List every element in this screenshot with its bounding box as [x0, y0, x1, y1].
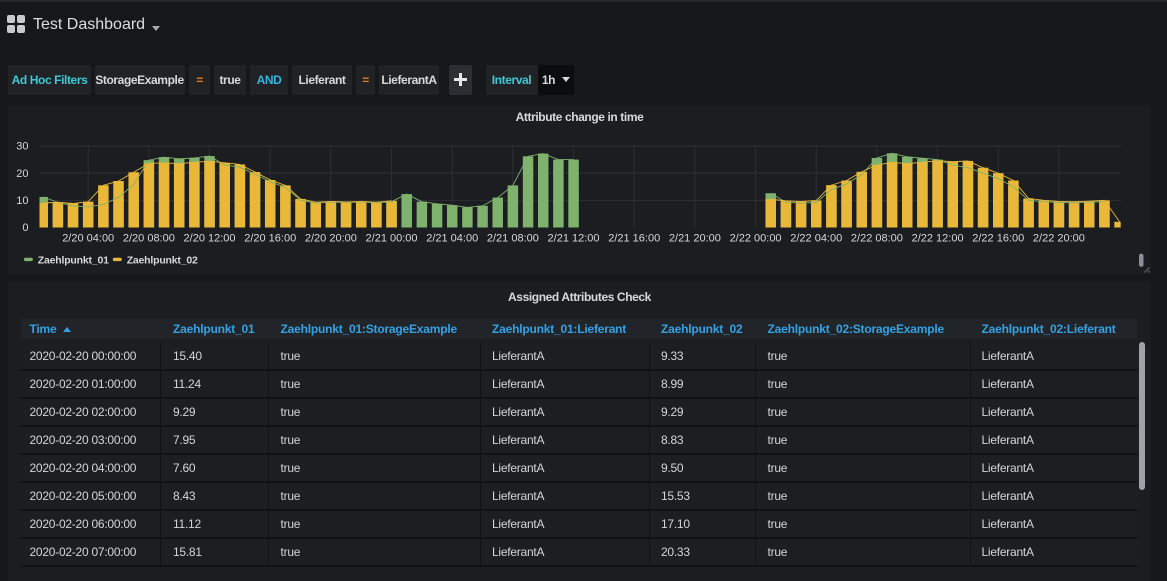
svg-text:2/22 20:00: 2/22 20:00: [1033, 233, 1085, 245]
svg-text:2/21 00:00: 2/21 00:00: [366, 233, 418, 245]
svg-text:2/20 08:00: 2/20 08:00: [123, 233, 175, 245]
svg-text:2/21 08:00: 2/21 08:00: [487, 233, 539, 245]
svg-text:2/21 04:00: 2/21 04:00: [426, 233, 478, 245]
svg-text:2/22 00:00: 2/22 00:00: [730, 233, 782, 245]
svg-text:2/20 20:00: 2/20 20:00: [305, 233, 357, 245]
svg-text:30: 30: [16, 141, 28, 153]
svg-text:0: 0: [22, 222, 28, 234]
svg-text:Zaehlpunkt_01: Zaehlpunkt_01: [38, 254, 109, 266]
svg-text:2/20 04:00: 2/20 04:00: [62, 233, 114, 245]
svg-text:10: 10: [16, 195, 28, 207]
svg-text:2/22 16:00: 2/22 16:00: [972, 233, 1024, 245]
svg-text:20: 20: [16, 168, 28, 180]
svg-text:2/20 12:00: 2/20 12:00: [184, 233, 236, 245]
svg-text:2/21 20:00: 2/21 20:00: [669, 233, 721, 245]
svg-text:2/22 04:00: 2/22 04:00: [790, 233, 842, 245]
svg-text:2/22 12:00: 2/22 12:00: [912, 233, 964, 245]
svg-text:2/20 16:00: 2/20 16:00: [244, 233, 296, 245]
svg-text:2/22 08:00: 2/22 08:00: [851, 233, 903, 245]
svg-text:2/21 16:00: 2/21 16:00: [608, 233, 660, 245]
svg-text:Zaehlpunkt_02: Zaehlpunkt_02: [127, 254, 198, 266]
svg-text:2/21 12:00: 2/21 12:00: [548, 233, 600, 245]
